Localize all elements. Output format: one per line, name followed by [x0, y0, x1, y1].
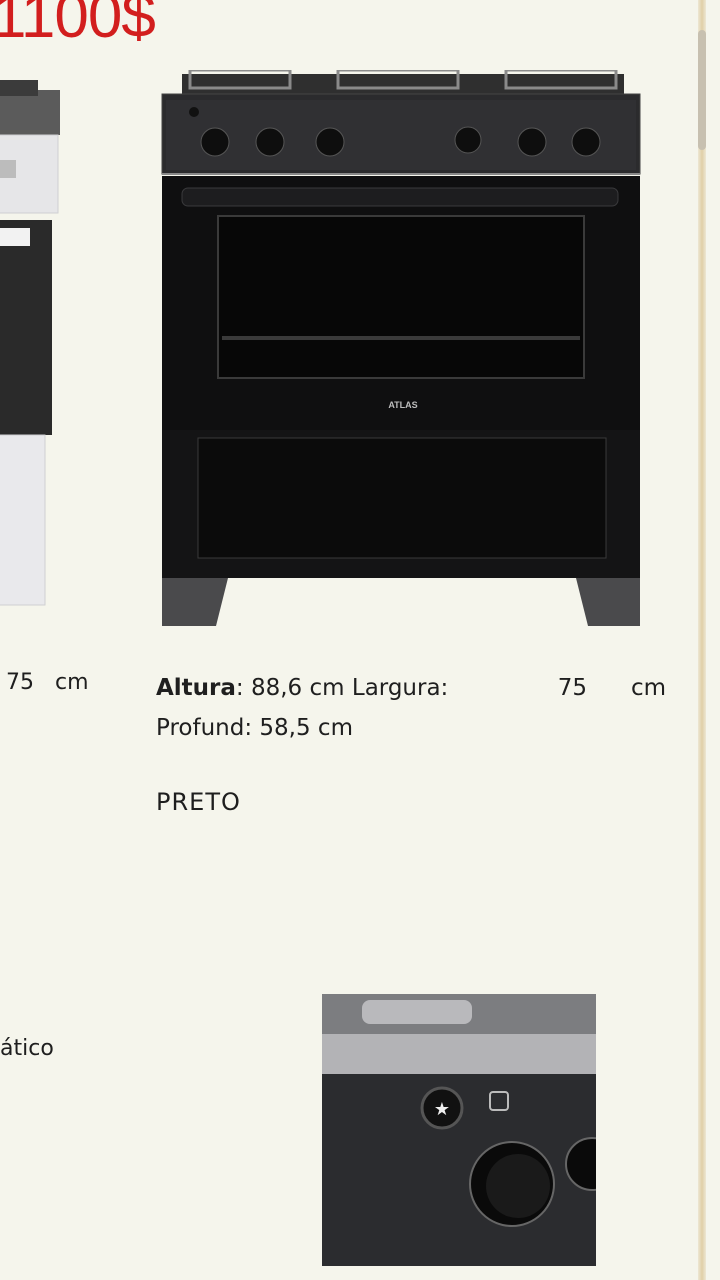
left-width-value: 75: [6, 670, 34, 695]
left-product-width: 75 cm: [6, 670, 89, 695]
left-width-unit: cm: [55, 670, 89, 695]
height-label: Altura: [156, 675, 236, 701]
height-value: : 88,6 cm: [235, 675, 345, 701]
product-dimensions: Altura: 88,6 cm Largura: 75 cm Profund: …: [156, 668, 666, 748]
stove-knob-detail-image[interactable]: ★: [322, 994, 596, 1266]
width-unit: cm: [630, 675, 666, 701]
scrollbar-track[interactable]: [698, 0, 706, 1280]
depth-line: Profund: 58,5 cm: [156, 715, 353, 741]
black-stove-image[interactable]: ATLAS: [160, 70, 646, 630]
width-value: 75: [557, 675, 588, 701]
width-label: Largura:: [351, 675, 449, 701]
left-column-text: ático: [0, 1036, 54, 1061]
scrollbar-thumb[interactable]: [698, 30, 706, 150]
atlas-brand-logo: ATLAS: [388, 400, 417, 410]
price-label: 1100$: [0, 0, 156, 51]
white-stove-image[interactable]: [0, 80, 60, 610]
product-color: PRETO: [156, 788, 241, 816]
star-icon: ★: [434, 1099, 450, 1120]
